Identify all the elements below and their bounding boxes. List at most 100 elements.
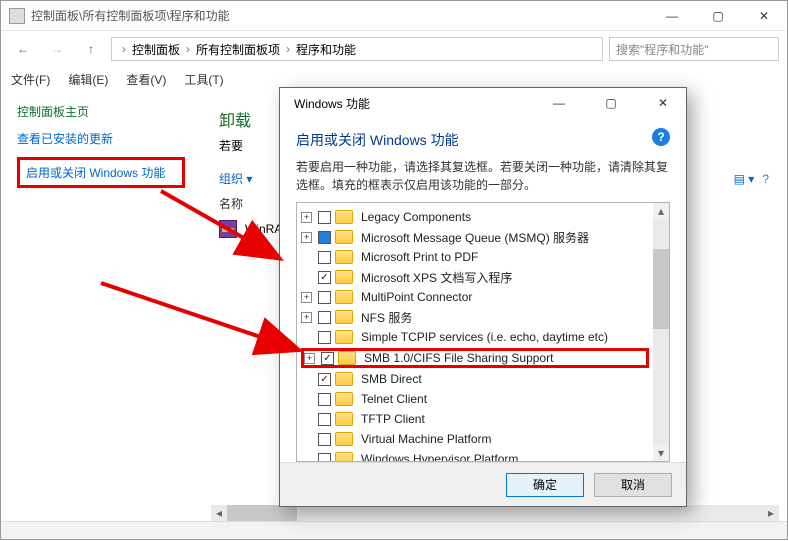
feature-label: SMB Direct: [361, 372, 422, 386]
feature-checkbox[interactable]: [318, 291, 331, 304]
breadcrumb-2[interactable]: 程序和功能: [296, 41, 356, 58]
dialog-maximize-button[interactable]: ▢: [588, 88, 634, 118]
dialog-heading: 启用或关闭 Windows 功能: [296, 130, 652, 150]
feature-row[interactable]: Microsoft XPS 文档写入程序: [299, 267, 651, 287]
expand-spacer: [301, 252, 312, 263]
feature-checkbox[interactable]: [318, 311, 331, 324]
feature-row[interactable]: + Microsoft Message Queue (MSMQ) 服务器: [299, 227, 651, 247]
dialog-titlebar: Windows 功能 — ▢ ✕: [280, 88, 686, 118]
folder-icon: [338, 351, 356, 365]
nav-back-button[interactable]: ←: [9, 35, 37, 63]
feature-row[interactable]: Virtual Machine Platform: [299, 429, 651, 449]
expand-toggle[interactable]: +: [301, 312, 312, 323]
sidebar-link-windows-features[interactable]: 启用或关闭 Windows 功能: [17, 157, 185, 188]
expand-spacer: [301, 394, 312, 405]
feature-checkbox[interactable]: [318, 251, 331, 264]
address-bar[interactable]: 控制面板 所有控制面板项 程序和功能: [111, 37, 603, 61]
folder-icon: [335, 372, 353, 386]
expand-spacer: [301, 332, 312, 343]
cancel-button[interactable]: 取消: [594, 473, 672, 497]
feature-label: Simple TCPIP services (i.e. echo, daytim…: [361, 330, 608, 344]
feature-row[interactable]: Simple TCPIP services (i.e. echo, daytim…: [299, 327, 651, 347]
feature-row[interactable]: SMB Direct: [299, 369, 651, 389]
expand-spacer: [301, 414, 312, 425]
nav-up-button[interactable]: ↑: [77, 35, 105, 63]
feature-row[interactable]: TFTP Client: [299, 409, 651, 429]
status-bar: [1, 521, 787, 539]
feature-checkbox[interactable]: [318, 271, 331, 284]
sidebar-link-updates[interactable]: 查看已安装的更新: [17, 130, 185, 147]
folder-icon: [335, 270, 353, 284]
ok-button[interactable]: 确定: [506, 473, 584, 497]
minimize-button[interactable]: —: [649, 1, 695, 31]
expand-spacer: [301, 374, 312, 385]
feature-checkbox[interactable]: [318, 211, 331, 224]
menu-tools[interactable]: 工具(T): [184, 71, 223, 88]
feature-label: NFS 服务: [361, 309, 412, 326]
menu-view[interactable]: 查看(V): [126, 71, 166, 88]
close-button[interactable]: ✕: [741, 1, 787, 31]
feature-row[interactable]: Windows Hypervisor Platform: [299, 449, 651, 461]
feature-label: TFTP Client: [361, 412, 425, 426]
content-horizontal-scrollbar[interactable]: ◂▸: [211, 505, 779, 521]
expand-spacer: [301, 434, 312, 445]
features-tree: +Legacy Components+Microsoft Message Que…: [296, 202, 670, 462]
search-input[interactable]: 搜索"程序和功能": [609, 37, 779, 61]
dialog-description: 若要启用一种功能，请选择其复选框。若要关闭一种功能，请清除其复选框。填充的框表示…: [296, 158, 670, 194]
organize-button[interactable]: 组织 ▾: [219, 170, 252, 187]
app-icon: [9, 8, 25, 24]
dialog-minimize-button[interactable]: —: [536, 88, 582, 118]
expand-spacer: [301, 454, 312, 462]
feature-checkbox[interactable]: [321, 352, 334, 365]
help-icon[interactable]: ?: [762, 172, 769, 186]
nav-bar: ← → ↑ 控制面板 所有控制面板项 程序和功能 搜索"程序和功能": [1, 31, 787, 67]
feature-row[interactable]: + NFS 服务: [299, 307, 651, 327]
nav-forward-button[interactable]: →: [43, 35, 71, 63]
dialog-title: Windows 功能: [294, 95, 530, 112]
sidebar: 控制面板主页 查看已安装的更新 启用或关闭 Windows 功能: [1, 91, 201, 521]
window-title: 控制面板\所有控制面板项\程序和功能: [31, 7, 230, 24]
folder-icon: [335, 290, 353, 304]
feature-row[interactable]: +Legacy Components: [299, 207, 651, 227]
windows-features-dialog: Windows 功能 — ▢ ✕ 启用或关闭 Windows 功能 ? 若要启用…: [279, 87, 687, 507]
feature-label: Microsoft Message Queue (MSMQ) 服务器: [361, 229, 589, 246]
expand-toggle[interactable]: +: [304, 353, 315, 364]
folder-icon: [335, 310, 353, 324]
feature-label: Windows Hypervisor Platform: [361, 452, 518, 461]
expand-toggle[interactable]: +: [301, 212, 312, 223]
maximize-button[interactable]: ▢: [695, 1, 741, 31]
feature-checkbox[interactable]: [318, 231, 331, 244]
feature-row[interactable]: Telnet Client: [299, 389, 651, 409]
feature-row[interactable]: Microsoft Print to PDF: [299, 247, 651, 267]
expand-spacer: [301, 272, 312, 283]
features-vertical-scrollbar[interactable]: ▴▾: [653, 203, 669, 461]
feature-checkbox[interactable]: [318, 373, 331, 386]
breadcrumb-1[interactable]: 所有控制面板项: [196, 41, 280, 58]
expand-toggle[interactable]: +: [301, 232, 312, 243]
feature-row[interactable]: + MultiPoint Connector: [299, 287, 651, 307]
dialog-close-button[interactable]: ✕: [640, 88, 686, 118]
feature-row[interactable]: +SMB 1.0/CIFS File Sharing Support: [301, 348, 649, 368]
search-placeholder: 搜索"程序和功能": [616, 41, 709, 58]
folder-icon: [335, 210, 353, 224]
sidebar-heading[interactable]: 控制面板主页: [17, 103, 185, 120]
menu-edit[interactable]: 编辑(E): [68, 71, 108, 88]
view-options-icon[interactable]: ▤ ▾: [734, 172, 755, 186]
winrar-icon: [219, 220, 237, 238]
folder-icon: [335, 230, 353, 244]
folder-icon: [335, 330, 353, 344]
folder-icon: [335, 432, 353, 446]
feature-label: Virtual Machine Platform: [361, 432, 492, 446]
feature-label: MultiPoint Connector: [361, 290, 472, 304]
menu-file[interactable]: 文件(F): [11, 71, 50, 88]
feature-checkbox[interactable]: [318, 393, 331, 406]
folder-icon: [335, 452, 353, 461]
feature-checkbox[interactable]: [318, 331, 331, 344]
breadcrumb-0[interactable]: 控制面板: [132, 41, 180, 58]
dialog-help-icon[interactable]: ?: [652, 128, 670, 146]
feature-checkbox[interactable]: [318, 433, 331, 446]
folder-icon: [335, 250, 353, 264]
feature-checkbox[interactable]: [318, 453, 331, 462]
feature-checkbox[interactable]: [318, 413, 331, 426]
expand-toggle[interactable]: +: [301, 292, 312, 303]
